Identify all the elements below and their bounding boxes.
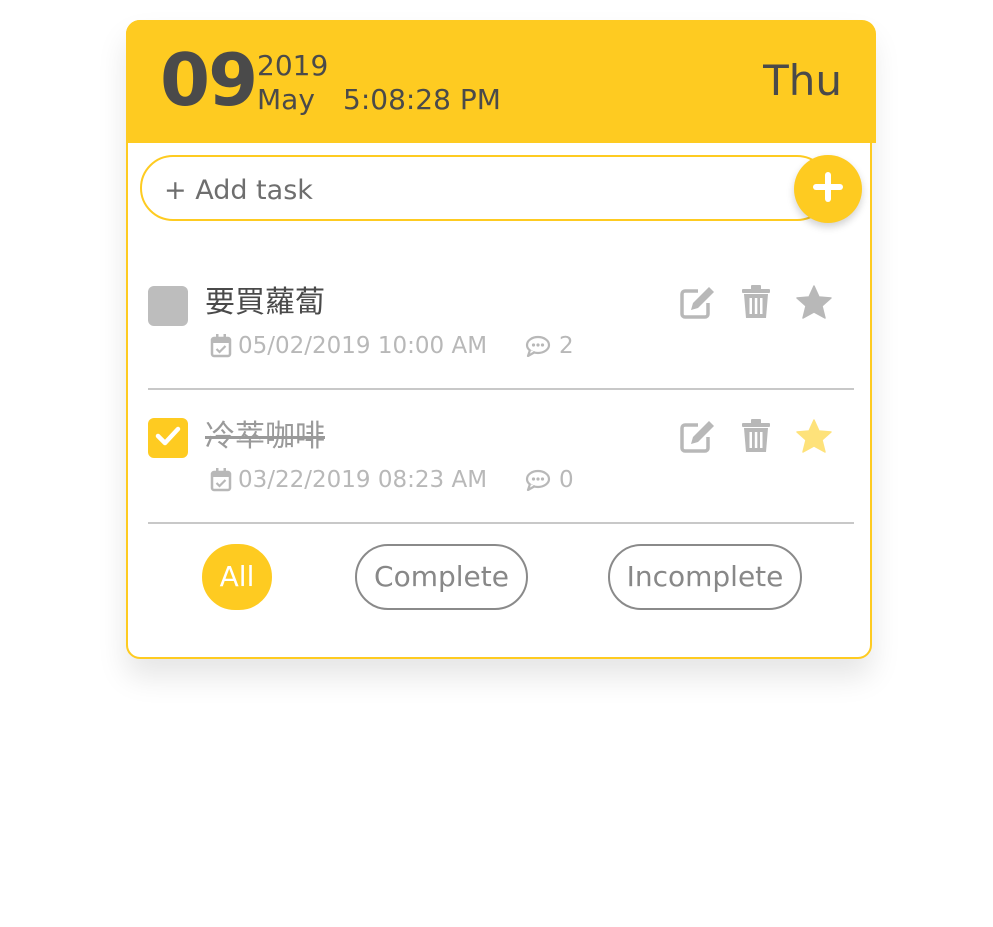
add-task-button[interactable] <box>794 155 862 223</box>
delete-button[interactable] <box>736 418 776 458</box>
weekday-label: Thu <box>763 56 842 105</box>
trash-icon <box>741 285 771 323</box>
calendar-icon <box>210 334 232 358</box>
date-header: 09 2019 May 5:08:28 PM Thu <box>126 20 876 143</box>
comment-icon <box>525 469 551 491</box>
task-item: 要買蘿蔔 05/02/2019 10:00 AM 2 <box>148 260 854 390</box>
day-number: 09 <box>160 38 258 122</box>
task-item: 冷萃咖啡 03/22/2019 08:23 AM 0 <box>148 392 854 524</box>
task-checkbox[interactable] <box>148 418 188 458</box>
check-icon <box>154 424 182 452</box>
task-title: 冷萃咖啡 <box>205 419 325 454</box>
filter-all-button[interactable]: All <box>202 544 272 610</box>
task-date: 05/02/2019 10:00 AM <box>238 332 488 359</box>
task-date: 03/22/2019 08:23 AM <box>238 466 488 493</box>
filter-bar: All Complete Incomplete <box>128 544 874 614</box>
task-meta: 03/22/2019 08:23 AM 0 <box>210 468 574 492</box>
task-actions <box>678 284 834 324</box>
add-task-bar <box>140 155 830 221</box>
task-actions <box>678 418 834 458</box>
star-icon <box>796 419 832 457</box>
edit-button[interactable] <box>678 284 718 324</box>
clock-time: 5:08:28 PM <box>343 83 501 116</box>
todo-card: 09 2019 May 5:08:28 PM Thu 要買蘿蔔 <box>126 20 876 659</box>
edit-button[interactable] <box>678 418 718 458</box>
star-button[interactable] <box>794 284 834 324</box>
filter-complete-button[interactable]: Complete <box>355 544 528 610</box>
star-button[interactable] <box>794 418 834 458</box>
comment-count: 2 <box>559 332 574 359</box>
task-meta: 05/02/2019 10:00 AM 2 <box>210 334 574 358</box>
filter-incomplete-button[interactable]: Incomplete <box>608 544 802 610</box>
calendar-icon <box>210 468 232 492</box>
star-icon <box>796 285 832 323</box>
trash-icon <box>741 419 771 457</box>
edit-icon <box>680 419 716 457</box>
comment-count: 0 <box>559 466 574 493</box>
year-label: 2019 <box>257 49 329 82</box>
add-task-input[interactable] <box>162 169 766 211</box>
delete-button[interactable] <box>736 284 776 324</box>
comment-icon <box>525 335 551 357</box>
task-checkbox[interactable] <box>148 286 188 326</box>
edit-icon <box>680 285 716 323</box>
plus-icon <box>811 170 845 208</box>
month-label: May <box>257 83 315 116</box>
task-title: 要買蘿蔔 <box>205 285 325 320</box>
